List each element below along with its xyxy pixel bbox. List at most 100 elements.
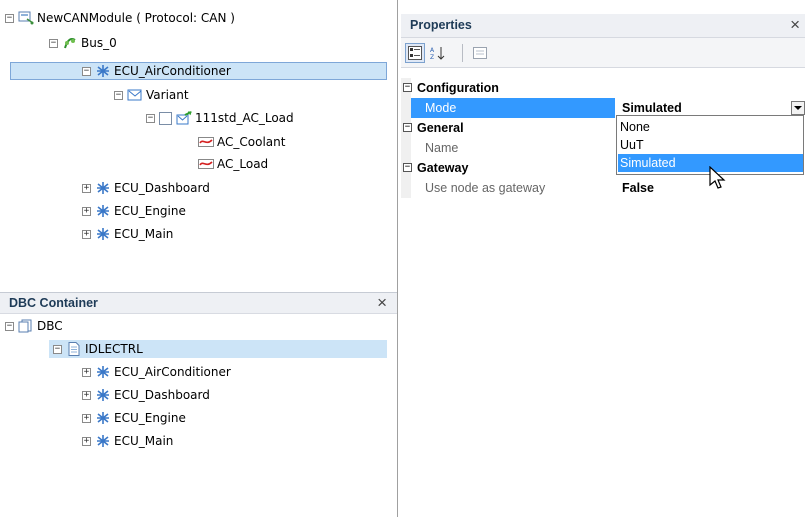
property-name: Use node as gateway xyxy=(425,181,546,195)
categorized-icon xyxy=(408,46,422,60)
expand-toggle-icon[interactable]: + xyxy=(82,206,91,216)
category-configuration[interactable]: − Configuration xyxy=(401,78,805,98)
close-icon[interactable]: × xyxy=(377,293,387,313)
sort-az-icon: AZ xyxy=(429,46,447,61)
expand-toggle-icon[interactable]: + xyxy=(82,413,91,423)
alphabetical-button[interactable]: AZ xyxy=(428,43,448,63)
collapse-toggle-icon[interactable]: − xyxy=(403,163,412,172)
tree-label: AC_Load xyxy=(217,157,269,171)
tree-node-signal[interactable]: AC_Load xyxy=(198,155,268,173)
tree-node-dbc[interactable]: − DBC xyxy=(5,317,63,335)
category-label: General xyxy=(417,121,464,135)
category-label: Gateway xyxy=(417,161,469,175)
ecu-icon xyxy=(95,204,111,218)
tree-node-load[interactable]: − 111std_AC_Load xyxy=(146,109,294,127)
categorized-button[interactable] xyxy=(405,43,425,63)
dropdown-button[interactable] xyxy=(791,101,805,115)
dbc-container-panel: DBC Container × − DBC − IDLECTRL + ECU_A… xyxy=(0,290,398,517)
panel-title: DBC Container xyxy=(9,296,98,310)
collapse-toggle-icon[interactable]: − xyxy=(53,344,62,354)
property-value[interactable]: Simulated xyxy=(622,101,682,115)
tree-node-bus[interactable]: − Bus_0 xyxy=(49,34,117,52)
collapse-toggle-icon[interactable]: − xyxy=(114,90,123,100)
tree-label: ECU_Main xyxy=(114,434,174,448)
ecu-icon xyxy=(95,64,111,78)
tree-label: NewCANModule ( Protocol: CAN ) xyxy=(37,11,235,25)
collapse-toggle-icon[interactable]: − xyxy=(49,38,58,48)
ecu-icon xyxy=(95,388,111,402)
property-row-gateway[interactable]: Use node as gateway False xyxy=(401,178,805,198)
tree-node-ecu[interactable]: + ECU_Main xyxy=(82,432,173,450)
file-icon xyxy=(66,342,82,356)
tree-label: AC_Coolant xyxy=(217,135,286,149)
tree-node-ecu[interactable]: + ECU_Main xyxy=(82,225,173,243)
tree-node-ecu[interactable]: + ECU_AirConditioner xyxy=(82,363,231,381)
tree-node-idlectrl[interactable]: − IDLECTRL xyxy=(49,340,387,358)
dbc-icon xyxy=(18,319,34,333)
property-name: Name xyxy=(425,141,459,155)
ecu-icon xyxy=(95,434,111,448)
checkbox-icon[interactable] xyxy=(159,111,172,125)
ecu-icon xyxy=(95,365,111,379)
tree-label: ECU_AirConditioner xyxy=(114,365,231,379)
collapse-toggle-icon[interactable]: − xyxy=(403,123,412,132)
tree-node-module[interactable]: − NewCANModule ( Protocol: CAN ) xyxy=(5,9,235,27)
category-label: Configuration xyxy=(417,81,499,95)
svg-text:Z: Z xyxy=(430,54,434,60)
mouse-cursor-icon xyxy=(708,165,728,192)
properties-panel: Properties × AZ − Configuration Mode Sim… xyxy=(401,14,805,517)
module-icon xyxy=(18,11,34,25)
tree-node-variant[interactable]: − Variant xyxy=(114,86,189,104)
tree-label: Bus_0 xyxy=(81,36,117,50)
tree-label: DBC xyxy=(37,319,63,333)
collapse-toggle-icon[interactable]: − xyxy=(82,66,91,76)
expand-toggle-icon[interactable]: + xyxy=(82,183,91,193)
chevron-down-icon xyxy=(794,106,802,110)
dropdown-option-none[interactable]: None xyxy=(618,118,803,136)
tree-node-ecu-airconditioner[interactable]: − ECU_AirConditioner xyxy=(10,62,387,80)
properties-header: Properties × xyxy=(401,14,805,38)
variant-icon xyxy=(127,88,143,102)
svg-text:A: A xyxy=(430,47,435,54)
signal-icon xyxy=(198,135,214,149)
tree-label: Variant xyxy=(146,88,189,102)
tree-label: ECU_AirConditioner xyxy=(114,64,231,78)
ecu-icon xyxy=(95,181,111,195)
expand-toggle-icon[interactable]: + xyxy=(82,436,91,446)
tree-node-ecu[interactable]: + ECU_Engine xyxy=(82,202,186,220)
property-pages-button[interactable] xyxy=(470,43,490,63)
dbc-panel-header: DBC Container × xyxy=(0,292,397,314)
tree-node-ecu[interactable]: + ECU_Dashboard xyxy=(82,386,210,404)
tree-label: ECU_Main xyxy=(114,227,174,241)
panel-title: Properties xyxy=(410,18,472,32)
tree-label: 111std_AC_Load xyxy=(195,111,294,125)
expand-toggle-icon[interactable]: + xyxy=(82,390,91,400)
tree-node-ecu[interactable]: + ECU_Engine xyxy=(82,409,186,427)
tree-node-ecu[interactable]: + ECU_Dashboard xyxy=(82,179,210,197)
tree-node-signal[interactable]: AC_Coolant xyxy=(198,133,285,151)
ecu-icon xyxy=(95,227,111,241)
tree-label: ECU_Engine xyxy=(114,204,186,218)
tree-label: IDLECTRL xyxy=(85,342,143,356)
collapse-toggle-icon[interactable]: − xyxy=(5,13,14,23)
tree-label: ECU_Engine xyxy=(114,411,186,425)
toolbar-separator xyxy=(462,44,463,62)
tree-label: ECU_Dashboard xyxy=(114,388,210,402)
expand-toggle-icon[interactable]: + xyxy=(82,367,91,377)
ecu-icon xyxy=(95,411,111,425)
collapse-toggle-icon[interactable]: − xyxy=(5,321,14,331)
bus-icon xyxy=(62,36,78,50)
collapse-toggle-icon[interactable]: − xyxy=(146,113,155,123)
property-name: Mode xyxy=(425,101,457,115)
property-pages-icon xyxy=(473,46,487,60)
message-icon xyxy=(176,111,192,125)
property-value[interactable]: False xyxy=(622,181,654,195)
close-icon[interactable]: × xyxy=(790,15,800,35)
dropdown-option-uut[interactable]: UuT xyxy=(618,136,803,154)
expand-toggle-icon[interactable]: + xyxy=(82,229,91,239)
properties-toolbar: AZ xyxy=(401,38,805,68)
module-tree-panel: − NewCANModule ( Protocol: CAN ) − Bus_0… xyxy=(0,0,398,290)
tree-label: ECU_Dashboard xyxy=(114,181,210,195)
signal-icon xyxy=(198,157,214,171)
collapse-toggle-icon[interactable]: − xyxy=(403,83,412,92)
